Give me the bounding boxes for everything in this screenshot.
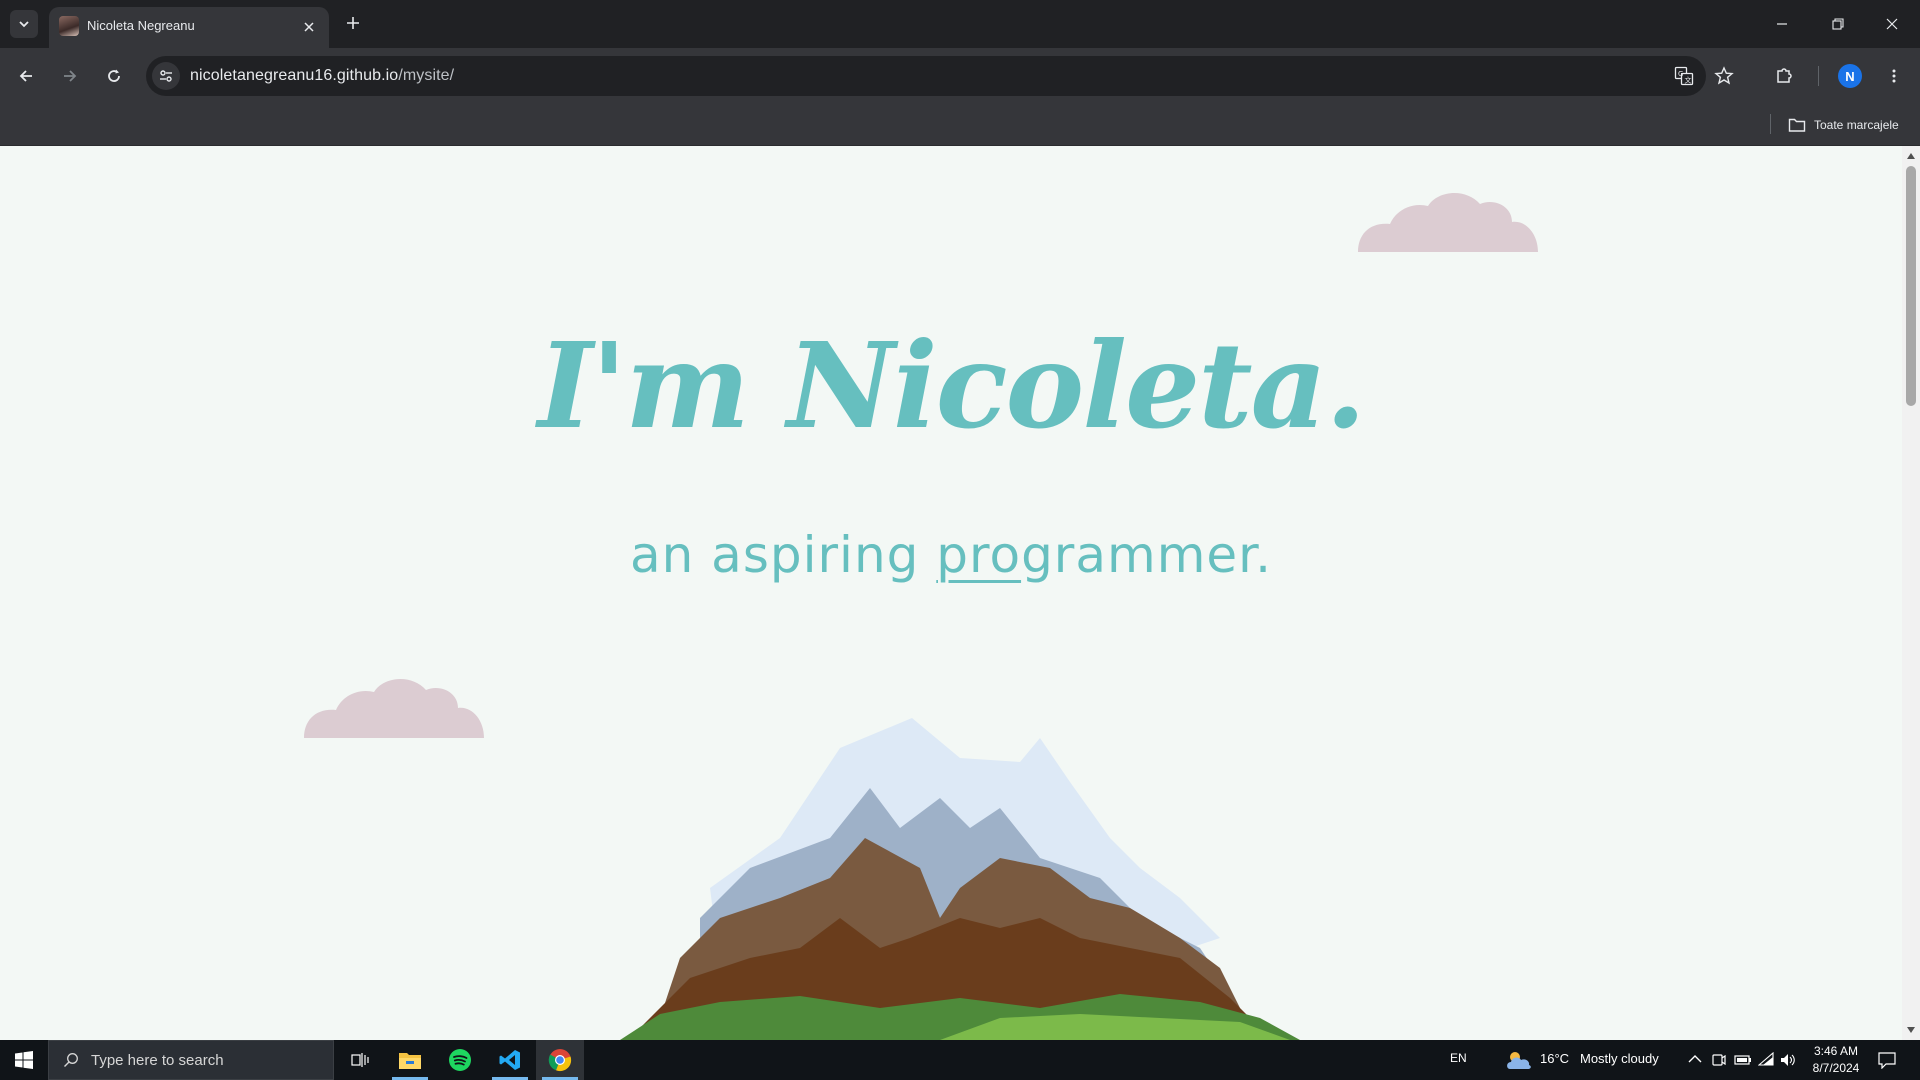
menu-button[interactable] — [1876, 58, 1912, 94]
taskbar-file-explorer[interactable] — [386, 1040, 434, 1080]
arrow-left-icon — [19, 70, 32, 82]
restore-icon — [1832, 18, 1844, 30]
star-icon — [1714, 66, 1734, 85]
caret-up-icon — [1907, 153, 1915, 159]
url-host: nicoletanegreanu16.github.io — [190, 67, 399, 84]
task-view-icon — [351, 1053, 369, 1067]
mountain-image — [620, 718, 1300, 1040]
weather-cloud-icon — [1507, 1052, 1531, 1069]
caret-down-icon — [1907, 1027, 1915, 1033]
taskbar-vs-code[interactable] — [486, 1040, 534, 1080]
search-icon — [64, 1053, 78, 1067]
close-icon — [1886, 18, 1898, 30]
tab-close-button[interactable] — [299, 17, 319, 37]
battery-icon[interactable] — [1734, 1053, 1752, 1067]
wifi-icon[interactable] — [1758, 1052, 1774, 1068]
clock-time: 3:46 AM — [1813, 1044, 1859, 1058]
extensions-button[interactable] — [1766, 58, 1802, 94]
url-path: /mysite/ — [398, 67, 455, 84]
puzzle-icon — [1777, 68, 1792, 83]
browser-toolbar: nicoletanegreanu16.github.io/mysite/ G文 … — [0, 48, 1920, 104]
scroll-up-button[interactable] — [1902, 148, 1920, 164]
tab-strip: Nicoleta Negreanu — [0, 0, 1920, 48]
minimize-icon — [1777, 23, 1787, 25]
page-subtitle: an aspiring programmer. — [0, 526, 1902, 584]
chevron-up-icon[interactable] — [1688, 1054, 1702, 1064]
weather-temperature[interactable]: 16°C — [1540, 1051, 1569, 1066]
svg-text:文: 文 — [1685, 76, 1692, 85]
more-vert-icon — [1892, 69, 1896, 83]
plus-icon — [347, 17, 359, 29]
taskbar-search-placeholder: Type here to search — [91, 1051, 224, 1069]
taskbar-search-box[interactable]: Type here to search — [48, 1040, 334, 1080]
address-bar[interactable]: nicoletanegreanu16.github.io/mysite/ G文 — [146, 56, 1706, 96]
cloud-image-left — [304, 678, 484, 738]
windows-logo-icon — [15, 1051, 33, 1069]
back-button[interactable] — [8, 58, 44, 94]
avatar: N — [1838, 64, 1862, 88]
scrollbar-thumb[interactable] — [1906, 166, 1916, 406]
all-bookmarks-button[interactable]: Toate marcajele — [1788, 113, 1899, 137]
bookmarks-separator — [1770, 114, 1771, 134]
clock-date: 8/7/2024 — [1812, 1061, 1860, 1075]
bookmarks-bar: Toate marcajele — [0, 104, 1920, 146]
page-scrollbar[interactable] — [1902, 146, 1920, 1040]
notifications-icon[interactable] — [1878, 1051, 1896, 1069]
vs-code-icon — [499, 1050, 520, 1070]
folder-icon — [399, 1053, 421, 1069]
language-indicator[interactable]: EN — [1450, 1051, 1467, 1065]
tune-icon — [160, 70, 172, 82]
reload-button[interactable] — [96, 58, 132, 94]
spotify-icon — [449, 1049, 471, 1071]
windows-taskbar: Type here to search EN 16°C Mostly cloud… — [0, 1040, 1920, 1080]
page-viewport: I'm Nicoleta. an aspiring programmer. — [0, 146, 1902, 1040]
chevron-down-icon — [19, 21, 29, 28]
translate-button[interactable]: G文 — [1670, 62, 1698, 90]
scroll-down-button[interactable] — [1902, 1022, 1920, 1038]
all-bookmarks-label: Toate marcajele — [1814, 118, 1899, 132]
tab-title: Nicoleta Negreanu — [87, 18, 195, 33]
profile-button[interactable]: N — [1832, 58, 1868, 94]
arrow-right-icon — [64, 70, 77, 82]
task-view-button[interactable] — [336, 1040, 384, 1080]
taskbar-spotify[interactable] — [436, 1040, 484, 1080]
translate-icon: G文 — [1674, 66, 1694, 86]
reload-icon — [108, 69, 120, 82]
page-title: I'm Nicoleta. — [537, 316, 1366, 455]
restore-button[interactable] — [1810, 0, 1866, 48]
favicon-icon — [59, 16, 79, 36]
forward-button[interactable] — [52, 58, 88, 94]
close-icon — [304, 22, 314, 32]
minimize-button[interactable] — [1754, 0, 1810, 48]
new-tab-button[interactable] — [339, 9, 367, 37]
bookmark-star-button[interactable] — [1706, 58, 1742, 94]
browser-tab[interactable]: Nicoleta Negreanu — [49, 7, 329, 48]
site-info-button[interactable] — [152, 62, 180, 90]
tab-search-button[interactable] — [10, 10, 38, 38]
svg-text:G: G — [1678, 70, 1683, 78]
subtitle-underlined: pro — [936, 526, 1022, 584]
taskbar-clock[interactable]: 3:46 AM 8/7/2024 — [1800, 1043, 1872, 1077]
chrome-icon — [548, 1049, 572, 1072]
close-window-button[interactable] — [1864, 0, 1920, 48]
toolbar-separator — [1818, 66, 1819, 86]
url-text: nicoletanegreanu16.github.io/mysite/ — [190, 67, 454, 85]
volume-icon[interactable] — [1780, 1052, 1796, 1068]
weather-description[interactable]: Mostly cloudy — [1580, 1051, 1659, 1066]
subtitle-prefix: an aspiring — [629, 526, 937, 584]
meet-now-icon[interactable] — [1712, 1052, 1726, 1068]
start-button[interactable] — [0, 1040, 48, 1080]
cloud-image-right — [1358, 192, 1538, 252]
folder-icon — [1788, 118, 1806, 132]
taskbar-chrome[interactable] — [536, 1040, 584, 1080]
subtitle-suffix: grammer. — [1021, 526, 1273, 584]
